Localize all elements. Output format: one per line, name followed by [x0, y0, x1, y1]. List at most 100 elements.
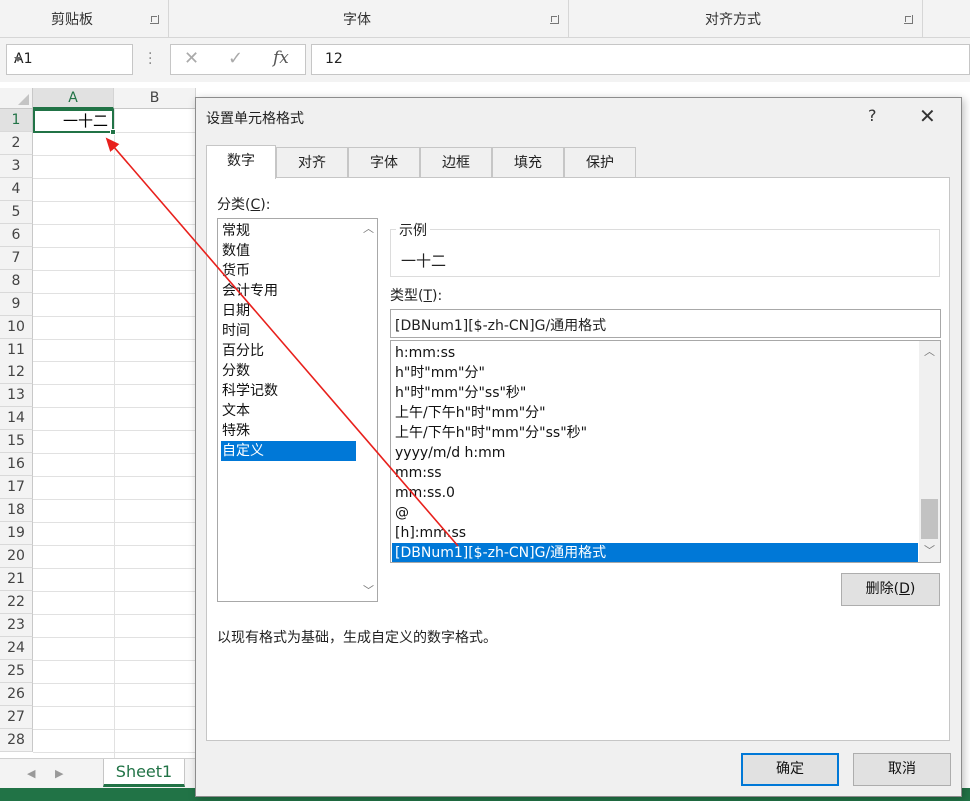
row-header-13[interactable]: 13 [0, 384, 33, 408]
cancel-button[interactable]: 取消 [853, 753, 951, 786]
category-item[interactable]: 文本 [221, 401, 356, 421]
format-item[interactable]: h:mm:ss [392, 343, 918, 363]
delete-button[interactable]: 删除(D) [841, 573, 940, 606]
format-item[interactable]: mm:ss [392, 463, 918, 483]
category-item[interactable]: 百分比 [221, 341, 356, 361]
scroll-up-icon[interactable]: ︿ [363, 223, 374, 234]
scroll-down-icon[interactable]: ﹀ [924, 545, 935, 556]
formula-input[interactable]: 12 [311, 44, 970, 75]
close-button[interactable]: ✕ [919, 104, 936, 128]
row-header-16[interactable]: 16 [0, 453, 33, 477]
scroll-right-icon[interactable]: ▶ [55, 767, 63, 780]
ok-button[interactable]: 确定 [741, 753, 839, 786]
chevron-down-icon[interactable] [14, 57, 22, 62]
category-item[interactable]: 日期 [221, 301, 356, 321]
row-header-5[interactable]: 5 [0, 200, 33, 224]
column-header-a[interactable]: A [33, 88, 114, 109]
row-header-8[interactable]: 8 [0, 269, 33, 293]
worksheet-grid[interactable]: A B 1 2 3 4 5 6 7 8 9 10 11 12 13 14 15 16 17 18 19 20 21 22 2… [0, 88, 196, 760]
ribbon-group-alignment: 对齐方式 [569, 0, 923, 37]
help-button[interactable]: ? [868, 106, 877, 125]
row-header-23[interactable]: 23 [0, 613, 33, 637]
format-list[interactable]: h:mm:ss h"时"mm"分" h"时"mm"分"ss"秒" 上午/下午h"时"m… [390, 340, 941, 563]
row-header-18[interactable]: 18 [0, 499, 33, 523]
alignment-launcher-icon[interactable] [904, 15, 913, 24]
ribbon-group-labels: 剪贴板 字体 对齐方式 [0, 0, 970, 38]
row-header-1[interactable]: 1 [0, 109, 33, 132]
tab-border[interactable]: 边框 [420, 147, 492, 178]
scroll-thumb[interactable] [921, 499, 938, 539]
category-list[interactable]: 常规 数值 货币 会计专用 日期 时间 百分比 分数 科学记数 文本 特殊 自定义 ︿ ﹀ [217, 218, 378, 602]
row-header-27[interactable]: 27 [0, 705, 33, 729]
tab-alignment[interactable]: 对齐 [276, 147, 348, 178]
row-header-7[interactable]: 7 [0, 246, 33, 270]
row-header-15[interactable]: 15 [0, 430, 33, 454]
format-item[interactable]: [DBNum1][$-zh-CN]G/通用格式 [392, 543, 918, 562]
category-item[interactable]: 常规 [221, 221, 356, 241]
row-header-14[interactable]: 14 [0, 407, 33, 431]
row-header-26[interactable]: 26 [0, 682, 33, 706]
category-item[interactable]: 自定义 [221, 441, 356, 461]
row-header-3[interactable]: 3 [0, 154, 33, 178]
row-header-12[interactable]: 12 [0, 361, 33, 385]
format-item[interactable]: 上午/下午h"时"mm"分" [392, 403, 918, 423]
dialog-title: 设置单元格格式 [206, 111, 304, 127]
tab-fill[interactable]: 填充 [492, 147, 564, 178]
format-item[interactable]: 上午/下午h"时"mm"分"ss"秒" [392, 423, 918, 443]
category-item[interactable]: 科学记数 [221, 381, 356, 401]
type-input[interactable]: [DBNum1][$-zh-CN]G/通用格式 [390, 309, 941, 338]
tab-number[interactable]: 数字 [206, 145, 276, 179]
name-box[interactable]: A1 [6, 44, 133, 75]
formula-value: 12 [325, 51, 343, 67]
category-item[interactable]: 特殊 [221, 421, 356, 441]
category-item[interactable]: 会计专用 [221, 281, 356, 301]
format-scrollbar[interactable]: ︿ ﹀ [919, 341, 940, 562]
column-header-b[interactable]: B [114, 88, 196, 109]
scroll-down-icon[interactable]: ﹀ [363, 585, 374, 596]
row-header-17[interactable]: 17 [0, 476, 33, 500]
scroll-left-icon[interactable]: ◀ [27, 767, 35, 780]
cell-a1[interactable]: 一十二 [33, 109, 114, 133]
format-item[interactable]: @ [392, 503, 918, 523]
ribbon-group-label: 剪贴板 [51, 12, 93, 28]
category-scrollbar[interactable]: ︿ ﹀ [360, 219, 377, 601]
row-header-25[interactable]: 25 [0, 659, 33, 683]
cancel-entry-icon[interactable]: ✕ [184, 48, 199, 69]
scroll-up-icon[interactable]: ︿ [924, 346, 935, 357]
select-all-corner[interactable] [0, 88, 33, 109]
fill-handle[interactable] [110, 129, 116, 135]
row-header-28[interactable]: 28 [0, 728, 33, 752]
row-header-21[interactable]: 21 [0, 568, 33, 591]
ribbon-group-label: 字体 [343, 12, 371, 28]
row-header-22[interactable]: 22 [0, 590, 33, 614]
row-header-4[interactable]: 4 [0, 177, 33, 201]
format-item[interactable]: [h]:mm:ss [392, 523, 918, 543]
row-header-2[interactable]: 2 [0, 131, 33, 155]
row-header-20[interactable]: 20 [0, 545, 33, 569]
format-item[interactable]: h"时"mm"分"ss"秒" [392, 383, 918, 403]
more-dots-icon[interactable]: · · · [148, 47, 152, 71]
category-item[interactable]: 分数 [221, 361, 356, 381]
row-header-19[interactable]: 19 [0, 522, 33, 546]
sheet-tab-sheet1[interactable]: Sheet1 [103, 759, 185, 787]
row-header-9[interactable]: 9 [0, 292, 33, 316]
category-item[interactable]: 数值 [221, 241, 356, 261]
format-item[interactable]: h"时"mm"分" [392, 363, 918, 383]
category-item[interactable]: 时间 [221, 321, 356, 341]
tab-protection[interactable]: 保护 [564, 147, 636, 178]
type-label: 类型(T): [390, 288, 443, 304]
row-header-6[interactable]: 6 [0, 223, 33, 247]
description-text: 以现有格式为基础，生成自定义的数字格式。 [217, 630, 497, 646]
format-item[interactable]: mm:ss.0 [392, 483, 918, 503]
font-launcher-icon[interactable] [550, 15, 559, 24]
row-header-11[interactable]: 11 [0, 338, 33, 362]
row-header-10[interactable]: 10 [0, 315, 33, 339]
tab-font[interactable]: 字体 [348, 147, 420, 178]
row-header-24[interactable]: 24 [0, 636, 33, 660]
category-item[interactable]: 货币 [221, 261, 356, 281]
number-tab-panel: 分类(C): 常规 数值 货币 会计专用 日期 时间 百分比 分数 科学记数 文本 特殊 自定义 ︿ … [206, 177, 950, 741]
confirm-entry-icon[interactable]: ✓ [228, 48, 243, 69]
format-item[interactable]: yyyy/m/d h:mm [392, 443, 918, 463]
clipboard-launcher-icon[interactable] [150, 15, 159, 24]
insert-function-icon[interactable]: fx [273, 48, 289, 68]
